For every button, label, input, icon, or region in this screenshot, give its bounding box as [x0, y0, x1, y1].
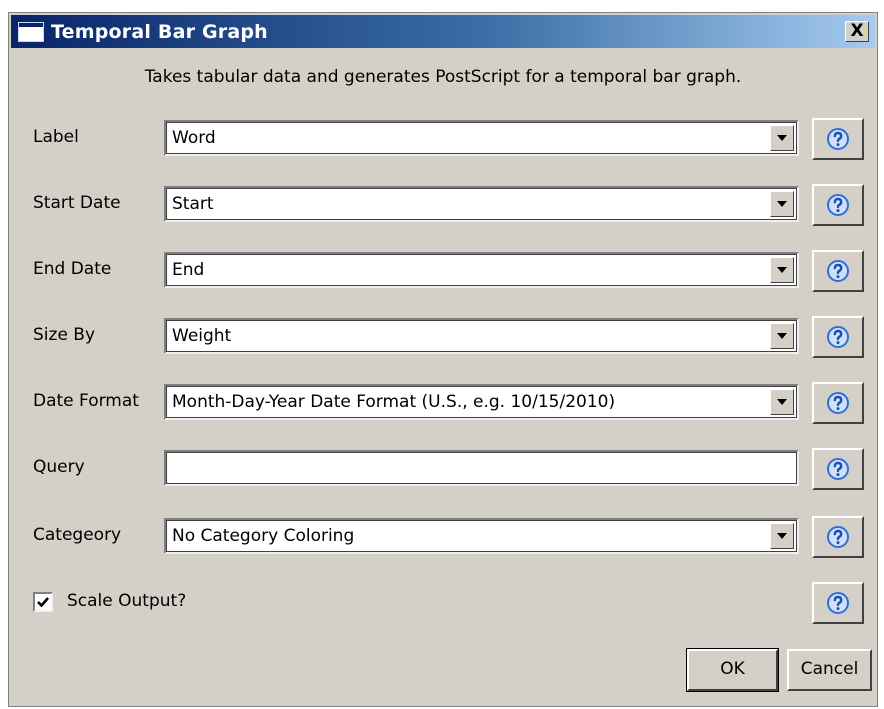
- chevron-down-icon[interactable]: [770, 523, 794, 549]
- end-date-select-value: End: [172, 260, 205, 280]
- end-date-field-label: End Date: [33, 259, 112, 279]
- category-field-label: Categeory: [33, 525, 122, 545]
- label-select-value: Word: [172, 128, 216, 148]
- category-select-value: No Category Coloring: [172, 526, 355, 546]
- end-date-row: End Date End: [9, 250, 877, 292]
- date-format-select-value: Month-Day-Year Date Format (U.S., e.g. 1…: [172, 392, 616, 412]
- window-icon: [18, 21, 44, 42]
- help-question-icon: [827, 458, 849, 480]
- size-by-row: Size By Weight: [9, 316, 877, 358]
- date-format-row: Date Format Month-Day-Year Date Format (…: [9, 382, 877, 424]
- size-by-select[interactable]: Weight: [164, 318, 799, 354]
- help-question-icon: [827, 260, 849, 282]
- temporal-bar-graph-dialog: Temporal Bar Graph X Takes tabular data …: [8, 12, 878, 707]
- help-question-icon: [827, 592, 849, 614]
- ok-button[interactable]: OK: [686, 648, 779, 692]
- category-select[interactable]: No Category Coloring: [164, 518, 799, 554]
- scale-output-row: Scale Output?: [9, 582, 877, 624]
- category-row: Categeory No Category Coloring: [9, 516, 877, 558]
- chevron-down-icon[interactable]: [770, 389, 794, 415]
- help-question-icon: [827, 526, 849, 548]
- end-date-help-button[interactable]: [812, 250, 864, 292]
- close-button[interactable]: X: [845, 21, 869, 42]
- scale-output-label[interactable]: Scale Output?: [67, 591, 186, 611]
- start-date-help-button[interactable]: [812, 184, 864, 226]
- size-by-field-label: Size By: [33, 325, 96, 345]
- scale-output-checkbox[interactable]: [33, 592, 53, 612]
- date-format-help-button[interactable]: [812, 382, 864, 424]
- chevron-down-icon[interactable]: [770, 125, 794, 151]
- date-format-select[interactable]: Month-Day-Year Date Format (U.S., e.g. 1…: [164, 384, 799, 420]
- query-input[interactable]: [164, 450, 799, 486]
- help-question-icon: [827, 392, 849, 414]
- query-field-label: Query: [33, 457, 85, 477]
- dialog-description: Takes tabular data and generates PostScr…: [144, 67, 742, 87]
- label-field-label: Label: [33, 127, 79, 147]
- size-by-help-button[interactable]: [812, 316, 864, 358]
- check-icon: [37, 597, 49, 608]
- date-format-field-label: Date Format: [33, 391, 139, 411]
- size-by-select-value: Weight: [172, 326, 232, 346]
- start-date-row: Start Date Start: [9, 184, 877, 226]
- start-date-select[interactable]: Start: [164, 186, 799, 222]
- chevron-down-icon[interactable]: [770, 191, 794, 217]
- help-question-icon: [827, 194, 849, 216]
- query-row: Query: [9, 448, 877, 490]
- window-title: Temporal Bar Graph: [51, 20, 268, 43]
- cancel-button[interactable]: Cancel: [787, 649, 872, 691]
- chevron-down-icon[interactable]: [770, 257, 794, 283]
- end-date-select[interactable]: End: [164, 252, 799, 288]
- label-select[interactable]: Word: [164, 120, 799, 156]
- help-question-icon: [827, 326, 849, 348]
- query-help-button[interactable]: [812, 448, 864, 490]
- category-help-button[interactable]: [812, 516, 864, 558]
- title-bar[interactable]: Temporal Bar Graph X: [11, 15, 875, 48]
- label-help-button[interactable]: [812, 118, 864, 160]
- start-date-select-value: Start: [172, 194, 214, 214]
- label-row: Label Word: [9, 118, 877, 160]
- start-date-field-label: Start Date: [33, 193, 121, 213]
- chevron-down-icon[interactable]: [770, 323, 794, 349]
- scale-output-help-button[interactable]: [812, 582, 864, 624]
- help-question-icon: [827, 128, 849, 150]
